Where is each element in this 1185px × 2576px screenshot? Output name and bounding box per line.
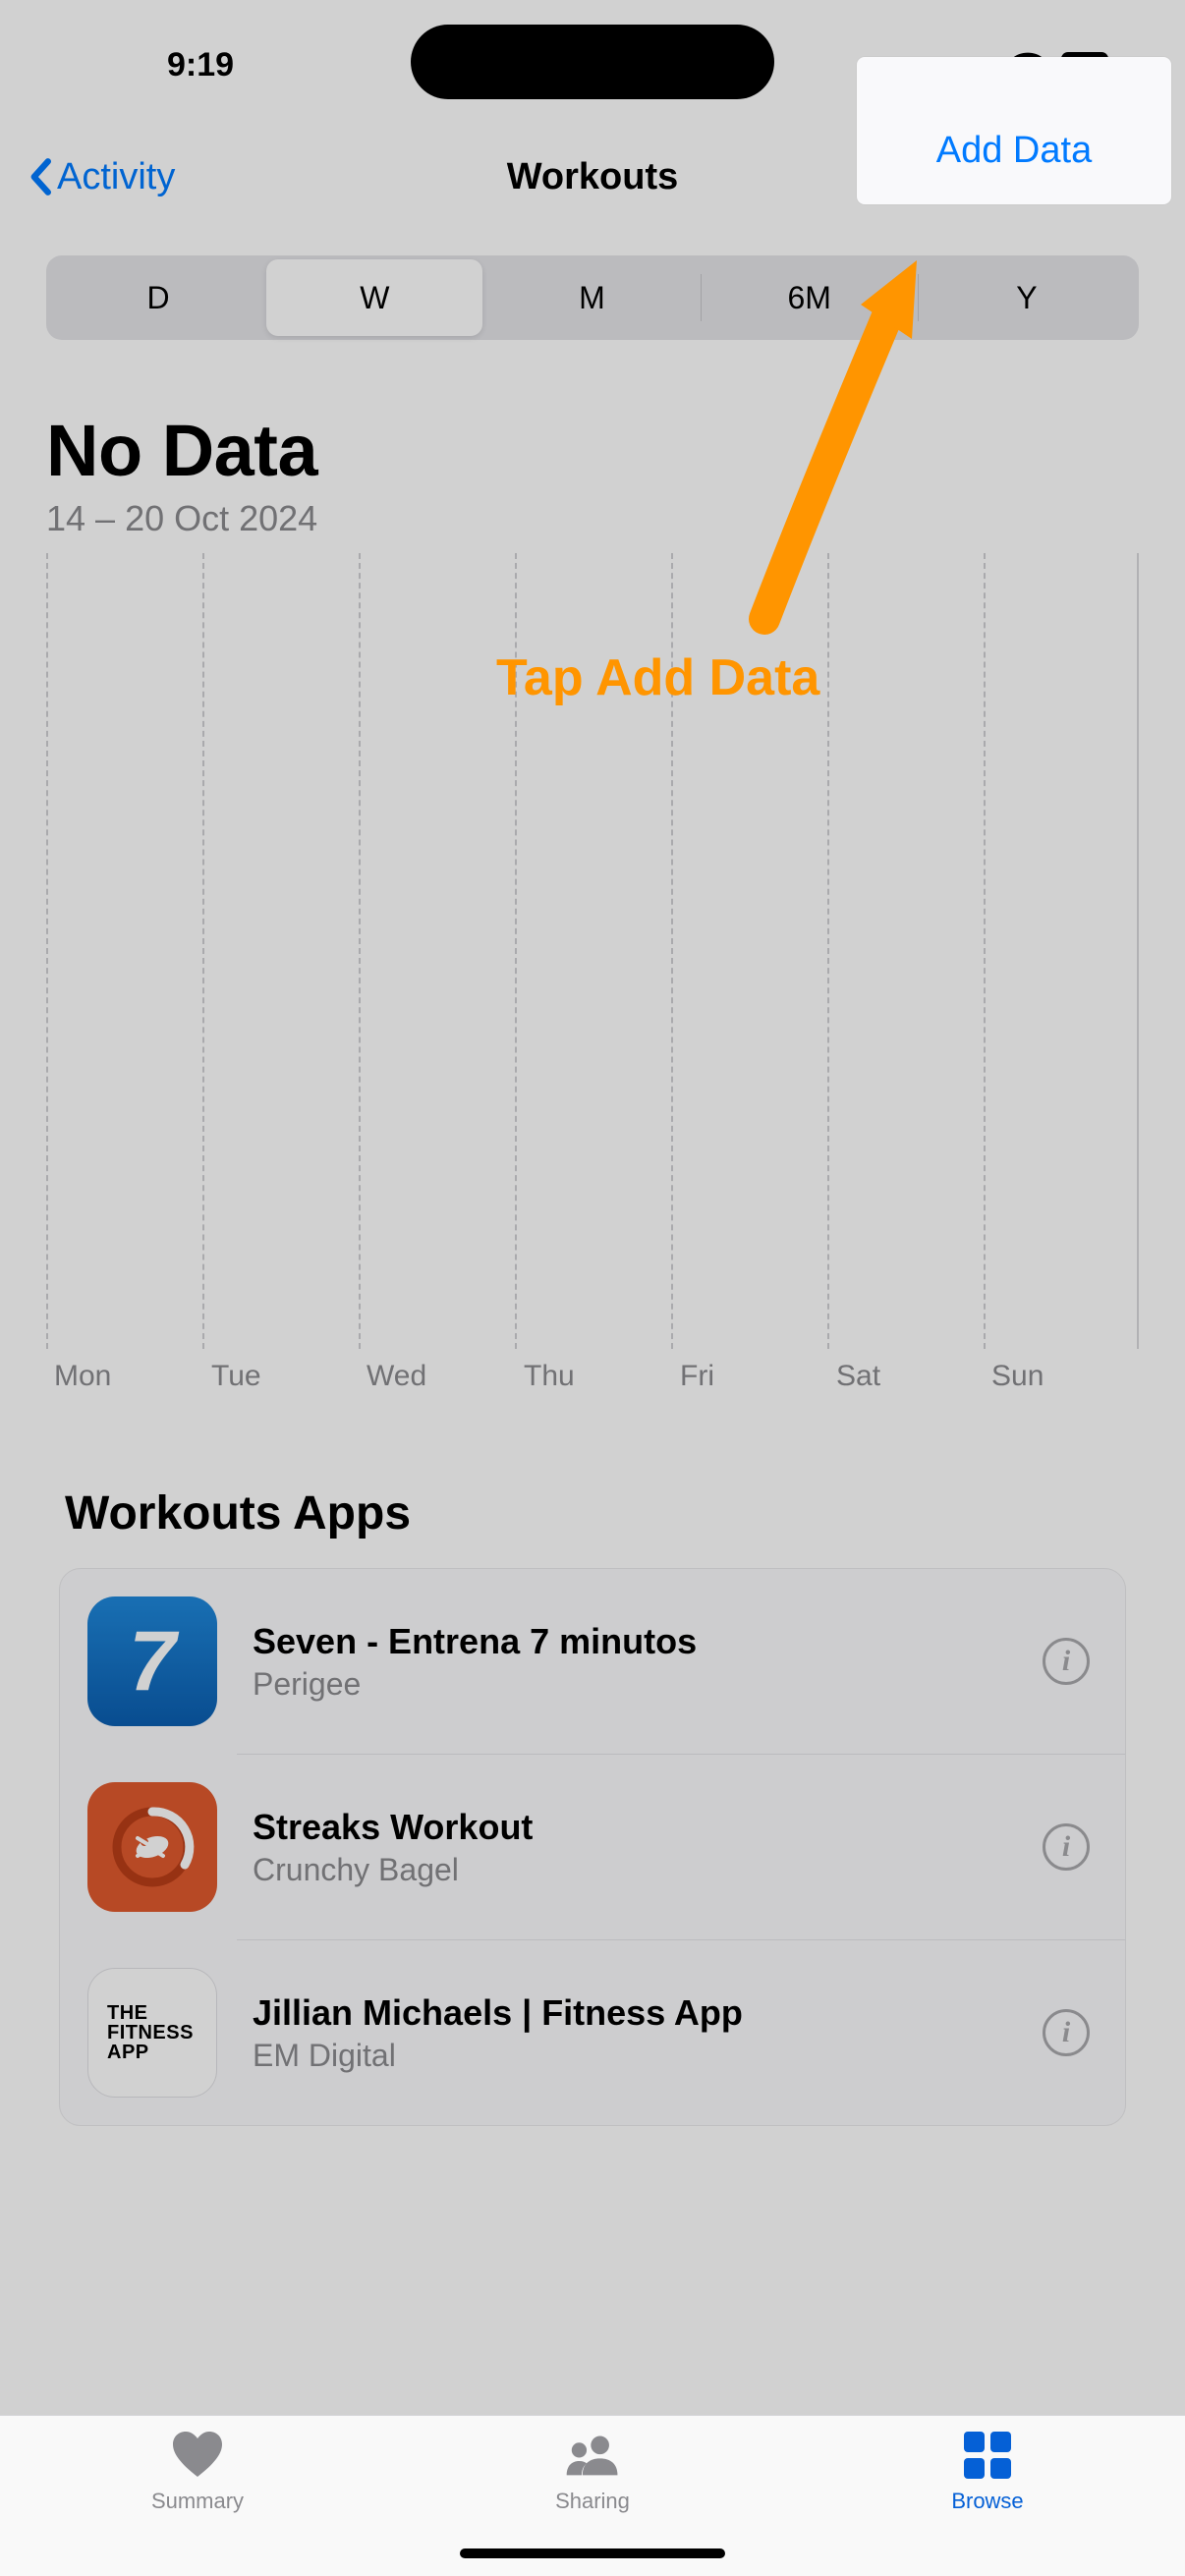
- chart-heading: No Data 14 – 20 Oct 2024: [0, 340, 1185, 539]
- chart-date-range: 14 – 20 Oct 2024: [46, 498, 1139, 539]
- people-icon: [565, 2430, 620, 2481]
- app-title: Seven - Entrena 7 minutos: [253, 1621, 1043, 1662]
- segment-day[interactable]: D: [50, 259, 266, 336]
- app-icon: THE FITNESS APP: [87, 1968, 217, 2098]
- app-row-streaks[interactable]: Streaks Workout Crunchy Bagel i: [237, 1754, 1125, 1939]
- info-icon[interactable]: i: [1043, 1823, 1090, 1871]
- status-time: 9:19: [167, 46, 234, 84]
- workouts-apps-section: Workouts Apps 7 Seven - Entrena 7 minuto…: [0, 1486, 1185, 2126]
- chart-day-label: Thu: [524, 1360, 575, 1393]
- dynamic-island: [411, 25, 774, 99]
- heart-icon: [170, 2430, 225, 2481]
- app-title: Streaks Workout: [253, 1807, 1043, 1848]
- back-button[interactable]: Activity: [29, 156, 175, 198]
- nav-bar: Activity Workouts Add Data: [0, 118, 1185, 236]
- back-label: Activity: [57, 156, 175, 198]
- info-icon[interactable]: i: [1043, 2009, 1090, 2056]
- chart-value-title: No Data: [46, 409, 1139, 492]
- apps-list: 7 Seven - Entrena 7 minutos Perigee i St: [59, 1568, 1126, 2126]
- chart-day-label: Sun: [991, 1360, 1044, 1393]
- home-indicator[interactable]: [460, 2548, 725, 2558]
- segment-month[interactable]: M: [483, 259, 700, 336]
- time-range-segmented-control[interactable]: D W M 6M Y: [46, 255, 1139, 340]
- app-subtitle: Crunchy Bagel: [253, 1852, 1043, 1888]
- app-icon: 7: [87, 1596, 217, 1726]
- grid-icon: [960, 2430, 1015, 2481]
- chart-day-label: Wed: [367, 1360, 426, 1393]
- app-title: Jillian Michaels | Fitness App: [253, 1992, 1043, 2034]
- add-data-button[interactable]: Add Data: [936, 130, 1092, 172]
- chart-day-label: Mon: [54, 1360, 111, 1393]
- tab-label: Sharing: [555, 2489, 630, 2514]
- app-subtitle: Perigee: [253, 1666, 1043, 1703]
- chart-day-label: Fri: [680, 1360, 714, 1393]
- app-row-fitness[interactable]: THE FITNESS APP Jillian Michaels | Fitne…: [237, 1939, 1125, 2125]
- app-row-seven[interactable]: 7 Seven - Entrena 7 minutos Perigee i: [60, 1569, 1125, 1754]
- tab-summary[interactable]: Summary: [0, 2416, 395, 2576]
- tab-label: Summary: [151, 2489, 244, 2514]
- tab-browse[interactable]: Browse: [790, 2416, 1185, 2576]
- chevron-left-icon: [29, 158, 51, 196]
- apps-heading: Workouts Apps: [65, 1486, 1126, 1540]
- segment-week[interactable]: W: [266, 259, 482, 336]
- page-title: Workouts: [507, 156, 679, 198]
- app-icon: [87, 1782, 217, 1912]
- segment-year[interactable]: Y: [919, 259, 1135, 336]
- add-data-highlight: Add Data: [857, 57, 1171, 204]
- chart-day-label: Sat: [836, 1360, 880, 1393]
- chart-day-label: Tue: [211, 1360, 261, 1393]
- info-icon[interactable]: i: [1043, 1638, 1090, 1685]
- tab-label: Browse: [951, 2489, 1023, 2514]
- app-subtitle: EM Digital: [253, 2038, 1043, 2074]
- workouts-chart[interactable]: Mon Tue Wed Thu Fri Sat Sun: [46, 553, 1139, 1408]
- segment-six-months[interactable]: 6M: [702, 259, 918, 336]
